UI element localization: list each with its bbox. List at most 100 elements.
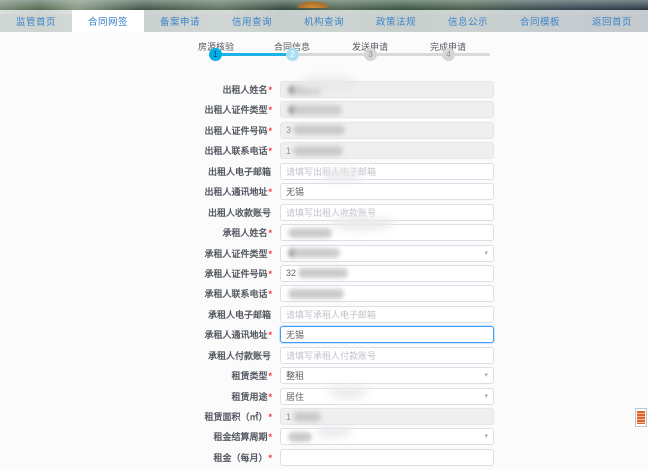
lease-purpose-select[interactable]: 居住 ▾ — [280, 387, 494, 405]
tenant-phone-input[interactable] — [280, 285, 494, 303]
field-label: 出租人姓名* — [222, 85, 272, 95]
lessor-phone-input[interactable]: 1 — [280, 142, 494, 160]
lessor-id-type-input[interactable] — [280, 101, 494, 119]
required-asterisk: * — [268, 452, 272, 463]
step-circle-3: 3 — [364, 48, 377, 61]
required-asterisk: * — [268, 187, 272, 198]
field-label: 出租人电子邮箱 — [207, 166, 271, 177]
required-asterisk: * — [268, 85, 272, 95]
redacted-value — [288, 104, 342, 115]
lessor-id-number-input[interactable]: 3 — [280, 121, 494, 139]
required-asterisk: * — [268, 146, 272, 157]
rent-monthly-input[interactable] — [280, 448, 494, 466]
required-asterisk: * — [268, 268, 272, 279]
field-label: 出租人证件号码* — [204, 125, 272, 136]
required-asterisk: * — [268, 371, 272, 382]
chevron-down-icon: ▾ — [484, 392, 488, 400]
tenant-name-input[interactable] — [280, 224, 494, 242]
lease-type-select[interactable]: 整租 ▾ — [280, 367, 494, 385]
form-row: 租金（每月）* — [0, 448, 648, 466]
required-asterisk: * — [268, 412, 272, 422]
nav-tab-contract-online-signing[interactable]: 合同网签 — [72, 10, 144, 32]
redacted-value — [288, 227, 332, 238]
floating-widget-icon[interactable] — [635, 408, 647, 427]
nav-tab-supervision-home[interactable]: 监管首页 — [0, 10, 72, 32]
step-circle-2: 2 — [286, 48, 299, 61]
step-indicator: 房源核验 合同信息 发送申请 完成申请 1 2 3 4 — [0, 36, 648, 70]
lessor-account-input[interactable]: 请填写出租人收款账号 — [280, 203, 494, 221]
form-row: 出租人通讯地址* 无锡 — [0, 183, 648, 201]
form-row: 出租人姓名* — [0, 81, 648, 98]
floating-widget-stripes — [637, 411, 645, 424]
form-row: 承租人证件类型* ▾ — [0, 244, 648, 262]
chevron-down-icon: ▾ — [484, 433, 488, 441]
required-asterisk: * — [268, 330, 272, 341]
lessor-name-input[interactable] — [280, 81, 494, 98]
field-label: 租赁类型* — [231, 371, 272, 382]
contract-info-form: 出租人姓名* 出租人证件类型* 出租人证件号码* 3 出租人联系电话* 1 出租… — [0, 81, 648, 469]
field-label: 承租人通讯地址* — [204, 330, 272, 341]
redacted-value — [288, 431, 312, 442]
field-label: 承租人证件类型* — [204, 248, 272, 259]
required-asterisk: * — [268, 228, 272, 239]
form-row: 承租人电子邮箱 请填写承租人电子邮箱 — [0, 305, 648, 323]
form-row: 承租人证件号码* 32 — [0, 264, 648, 282]
form-row: 租赁类型* 整租 ▾ — [0, 367, 648, 385]
required-asterisk: * — [268, 105, 272, 116]
form-row: 承租人姓名* — [0, 224, 648, 242]
tenant-email-input[interactable]: 请填写承租人电子邮箱 — [280, 305, 494, 323]
field-label: 出租人证件类型* — [204, 105, 272, 116]
field-label: 出租人通讯地址* — [204, 187, 272, 198]
tenant-id-type-select[interactable]: ▾ — [280, 244, 494, 262]
nav-tab-policies[interactable]: 政策法规 — [360, 10, 432, 32]
nav-tab-agency-inquiry[interactable]: 机构查询 — [288, 10, 360, 32]
redacted-value — [293, 411, 322, 422]
tenant-address-input[interactable]: 无锡 — [280, 326, 494, 344]
redacted-value — [288, 248, 340, 258]
redacted-value — [293, 125, 346, 136]
redacted-value — [288, 84, 322, 95]
temple-roof-decoration — [296, 1, 330, 8]
step-circle-4: 4 — [442, 48, 455, 61]
field-label: 承租人联系电话* — [204, 289, 272, 300]
field-label: 租赁面积（㎡）* — [204, 412, 272, 422]
field-label: 承租人姓名* — [222, 228, 272, 239]
rent-settlement-cycle-select[interactable]: ▾ — [280, 428, 494, 446]
chevron-down-icon: ▾ — [484, 372, 488, 380]
field-label: 承租人付款账号 — [207, 350, 271, 361]
redacted-value — [288, 288, 344, 299]
required-asterisk: * — [268, 248, 272, 259]
required-asterisk: * — [268, 289, 272, 300]
field-label: 承租人电子邮箱 — [207, 309, 271, 320]
lessor-address-input[interactable]: 无锡 — [280, 183, 494, 201]
form-row: 出租人收款账号 请填写出租人收款账号 — [0, 203, 648, 221]
field-label: 租金结算周期* — [213, 432, 272, 443]
required-asterisk: * — [268, 391, 272, 402]
nav-tab-filing-application[interactable]: 备案申请 — [144, 10, 216, 32]
nav-tab-contract-template[interactable]: 合同模板 — [504, 10, 576, 32]
nav-tab-public-info[interactable]: 信息公示 — [432, 10, 504, 32]
tenant-id-number-input[interactable]: 32 — [280, 264, 494, 282]
field-label: 承租人证件号码* — [204, 268, 272, 279]
field-label: 出租人联系电话* — [204, 146, 272, 157]
nav-tab-credit-inquiry[interactable]: 信用查询 — [216, 10, 288, 32]
redacted-value — [298, 268, 349, 279]
form-row: 租赁面积（㎡）* 1 — [0, 408, 648, 425]
nav-tab-back-home[interactable]: 返回首页 — [576, 10, 648, 32]
step-circle-1: 1 — [209, 48, 222, 61]
tenant-account-input[interactable]: 请填写承租人付款账号 — [280, 346, 494, 364]
top-navigation: 监管首页 合同网签 备案申请 信用查询 机构查询 政策法规 信息公示 合同模板 … — [0, 10, 648, 32]
form-row: 出租人电子邮箱 请填写出租人电子邮箱 — [0, 162, 648, 180]
lease-area-input[interactable]: 1 — [280, 408, 494, 425]
form-row: 承租人付款账号 请填写承租人付款账号 — [0, 346, 648, 364]
form-row: 租金结算周期* ▾ — [0, 428, 648, 446]
lessor-email-input[interactable]: 请填写出租人电子邮箱 — [280, 162, 494, 180]
required-asterisk: * — [268, 125, 272, 136]
field-label: 出租人收款账号 — [207, 207, 271, 218]
required-asterisk: * — [268, 432, 272, 443]
step-connector-inactive — [292, 53, 490, 56]
form-row: 承租人联系电话* — [0, 285, 648, 303]
form-row: 承租人通讯地址* 无锡 — [0, 326, 648, 344]
form-row: 出租人联系电话* 1 — [0, 142, 648, 160]
form-row: 出租人证件号码* 3 — [0, 121, 648, 139]
